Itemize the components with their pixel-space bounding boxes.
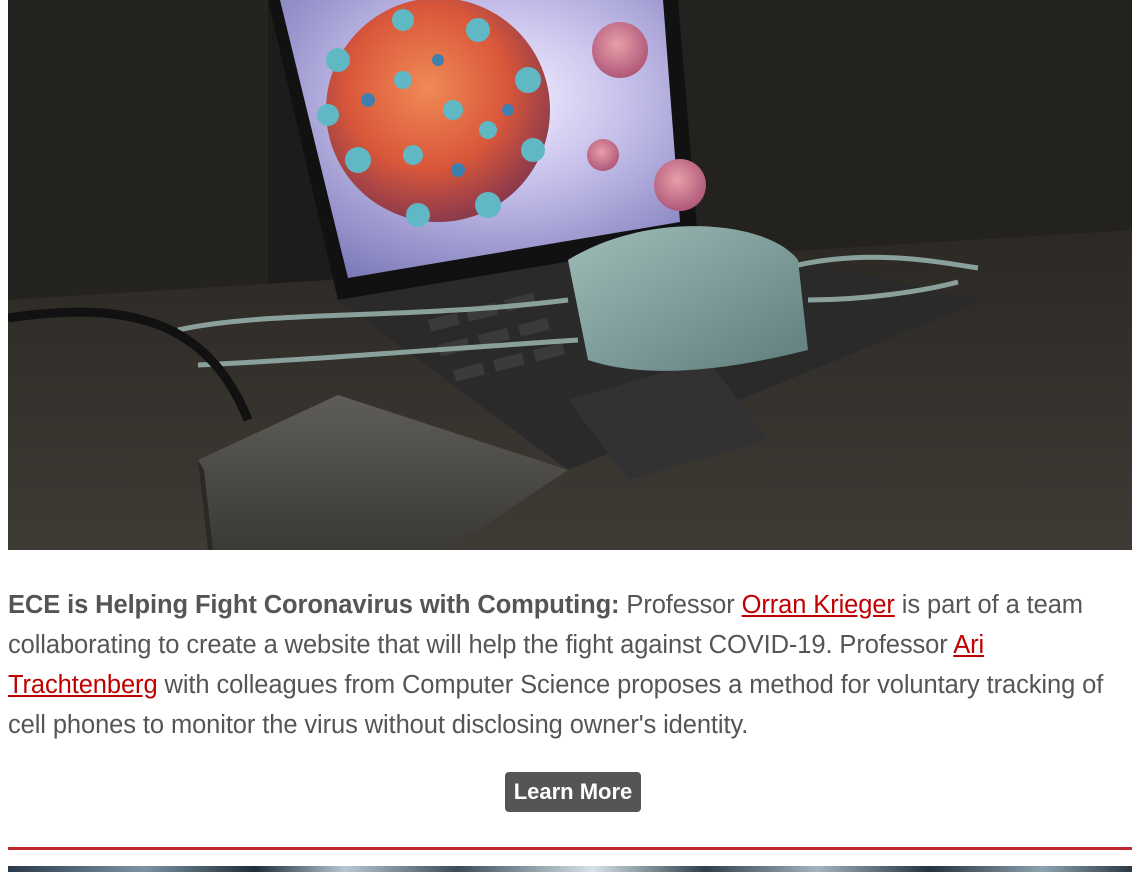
article-text: Professor bbox=[619, 591, 742, 619]
cta-container: Learn More bbox=[0, 772, 1132, 812]
link-orran-krieger[interactable]: Orran Krieger bbox=[742, 591, 895, 619]
section-divider bbox=[8, 847, 1132, 850]
article-headline: ECE is Helping Fight Coronavirus with Co… bbox=[8, 591, 620, 619]
hero-image bbox=[8, 0, 1132, 550]
article-text: with colleagues from Computer Science pr… bbox=[8, 671, 1104, 739]
laptop-virus-photo-icon bbox=[8, 0, 1132, 550]
article-summary: ECE is Helping Fight Coronavirus with Co… bbox=[8, 585, 1132, 745]
learn-more-button[interactable]: Learn More bbox=[504, 772, 642, 812]
next-article-image bbox=[8, 866, 1132, 872]
